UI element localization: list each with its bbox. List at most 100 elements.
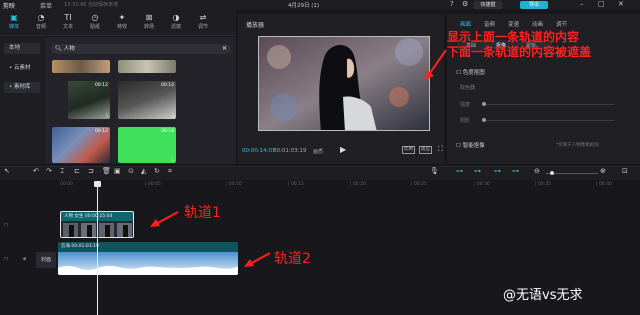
split-right-icon[interactable]: ⊐ (88, 167, 94, 175)
search-icon: 🔍︎ (55, 46, 62, 52)
playhead-handle[interactable] (94, 181, 101, 187)
sidebar-item-cloud[interactable]: • 云素材 (4, 63, 40, 74)
annotation-track2: 轨道2 (274, 251, 311, 267)
link-audio-icon[interactable]: ⊶ (494, 167, 501, 175)
tool-media[interactable]: ▣ 媒体 (3, 13, 25, 33)
player-title: 播放器 (246, 22, 265, 29)
media-thumb[interactable]: 00:14 ⤓ (118, 81, 176, 119)
filter-icon: ◑ (172, 13, 180, 22)
sidebar-item-local[interactable]: 本地 (4, 43, 40, 54)
track2-mute-icon[interactable]: ◀ (22, 256, 26, 262)
tab-picture[interactable]: 画面 (460, 20, 471, 28)
intensity-knob[interactable] (482, 102, 486, 106)
download-icon[interactable]: ⤓ (172, 156, 174, 162)
tool-text[interactable]: TI 文本 (57, 13, 79, 33)
smart-cutout-checkbox[interactable]: ☐ 智能抠像 (456, 141, 485, 149)
split-left-icon[interactable]: ⊏ (74, 167, 80, 175)
play-icon[interactable]: ▶ (340, 145, 346, 154)
clear-search-icon[interactable]: ✖ (222, 44, 227, 54)
fullscreen-icon[interactable]: ⛶ (438, 145, 443, 154)
link-main-track-icon[interactable]: ⊶ (456, 167, 463, 175)
tool-filter-label: 滤镜 (170, 24, 181, 30)
app-logo: 剪映 (3, 3, 16, 10)
fit-button[interactable]: 适应 (419, 146, 432, 154)
media-thumb[interactable]: 00:12 ⤓ (68, 81, 110, 119)
shadow-label: 阴影 (460, 118, 471, 124)
tool-effects-label: 特效 (116, 24, 127, 30)
snap-icon[interactable]: ⊶ (512, 167, 519, 175)
annotation-arrow-track1 (150, 211, 179, 227)
redo-icon[interactable]: ↷ (46, 167, 52, 175)
total-time: 00:01:03:19 (273, 148, 307, 154)
annotation-arrow-track2 (244, 252, 271, 267)
tab-audio[interactable]: 音频 (484, 20, 495, 28)
track1-lock-icon[interactable]: ⊓ (4, 222, 8, 228)
tool-audio-label: 音频 (35, 24, 46, 30)
select-tool-icon[interactable]: ↖ (4, 167, 10, 175)
tab-speed[interactable]: 变速 (508, 20, 519, 28)
media-thumb[interactable]: 00:12 (52, 127, 110, 163)
video-clip-track2[interactable]: 云海 00:01:03:19 (58, 242, 238, 275)
search-input[interactable]: 🔍︎ 人物 (51, 44, 231, 54)
help-icon[interactable]: ? (450, 0, 454, 8)
search-value: 人物 (63, 46, 75, 52)
link-preview-icon[interactable]: ⊶ (474, 167, 481, 175)
tab-adjust[interactable]: 调节 (556, 20, 567, 28)
rotate-icon[interactable]: ↻ (154, 167, 160, 175)
video-preview[interactable] (258, 36, 430, 131)
ratio-button[interactable]: 比例 (402, 146, 415, 154)
ruler-tick: 00:00 (60, 182, 73, 187)
close-icon[interactable]: ✕ (618, 0, 624, 8)
quality-dropdown[interactable]: 画质 (313, 148, 323, 155)
tool-text-label: 文本 (62, 24, 73, 30)
cover-button[interactable]: 封面 (36, 252, 56, 268)
ruler-tick: | 00:35 (535, 182, 551, 187)
download-icon[interactable]: ⤓ (172, 112, 174, 118)
tool-adjust-label: 调节 (197, 24, 208, 30)
intensity-label: 强度 (460, 102, 471, 108)
ruler-tick: | 00:10 (226, 182, 242, 187)
playhead-line[interactable] (97, 181, 98, 315)
tool-transition[interactable]: ⊠ 转场 (138, 13, 160, 33)
intensity-slider[interactable] (484, 104, 614, 105)
maximize-icon[interactable]: □ (598, 0, 605, 8)
tool-sticker[interactable]: ◷ 贴纸 (84, 13, 106, 33)
media-thumb-greenscreen[interactable]: 00:18 ⤓ (118, 127, 176, 163)
microphone-icon[interactable]: 🎙︎ (430, 167, 439, 175)
zoom-out-icon[interactable]: ⊖ (534, 167, 540, 175)
zoom-in-icon[interactable]: ⊕ (600, 167, 606, 175)
tool-effects[interactable]: ✦ 特效 (111, 13, 133, 33)
media-thumb[interactable] (52, 60, 110, 73)
transition-icon: ⊠ (145, 13, 153, 22)
current-time: 00:00:14:07 (242, 148, 276, 154)
tab-animation[interactable]: 动画 (532, 20, 543, 28)
reverse-icon[interactable]: ⊙ (128, 167, 134, 175)
freeze-icon[interactable]: ▣ (114, 167, 121, 175)
split-icon[interactable]: ⌶ (60, 167, 64, 176)
chroma-key-checkbox[interactable]: ☐ 色度抠图 (456, 68, 485, 76)
track2-lock-icon[interactable]: ⊓ (4, 256, 8, 262)
shadow-slider[interactable] (484, 120, 614, 121)
media-thumb[interactable] (118, 60, 176, 73)
main-menu-button[interactable]: 菜单 (40, 1, 52, 10)
shortcut-button[interactable]: 快捷键 (474, 1, 502, 9)
ruler-tick: | 00:25 (411, 182, 427, 187)
shadow-knob[interactable] (482, 118, 486, 122)
mirror-icon[interactable]: ◭ (141, 167, 146, 175)
download-icon[interactable]: ⤓ (106, 112, 108, 118)
tool-audio[interactable]: ◔ 音频 (30, 13, 52, 33)
tool-adjust[interactable]: ⇌ 调节 (192, 13, 214, 33)
undo-icon[interactable]: ↶ (33, 167, 39, 175)
fit-timeline-icon[interactable]: ⊡ (622, 167, 628, 175)
ruler-tick: | 00:05 (145, 182, 161, 187)
minimize-icon[interactable]: – (580, 0, 584, 8)
export-button[interactable]: 导出 (520, 1, 548, 9)
crop-icon[interactable]: ⌗ (168, 167, 172, 176)
cutout-hint: *仅限于人物像素抠除 (556, 143, 599, 148)
delete-icon[interactable]: 🗑︎ (102, 167, 111, 175)
clip2-filmstrip (58, 252, 238, 275)
settings-icon[interactable]: ⚙ (462, 0, 468, 8)
zoom-knob[interactable] (550, 171, 554, 175)
sidebar-item-library[interactable]: • 素材库 (4, 82, 40, 93)
tool-filter[interactable]: ◑ 滤镜 (165, 13, 187, 33)
